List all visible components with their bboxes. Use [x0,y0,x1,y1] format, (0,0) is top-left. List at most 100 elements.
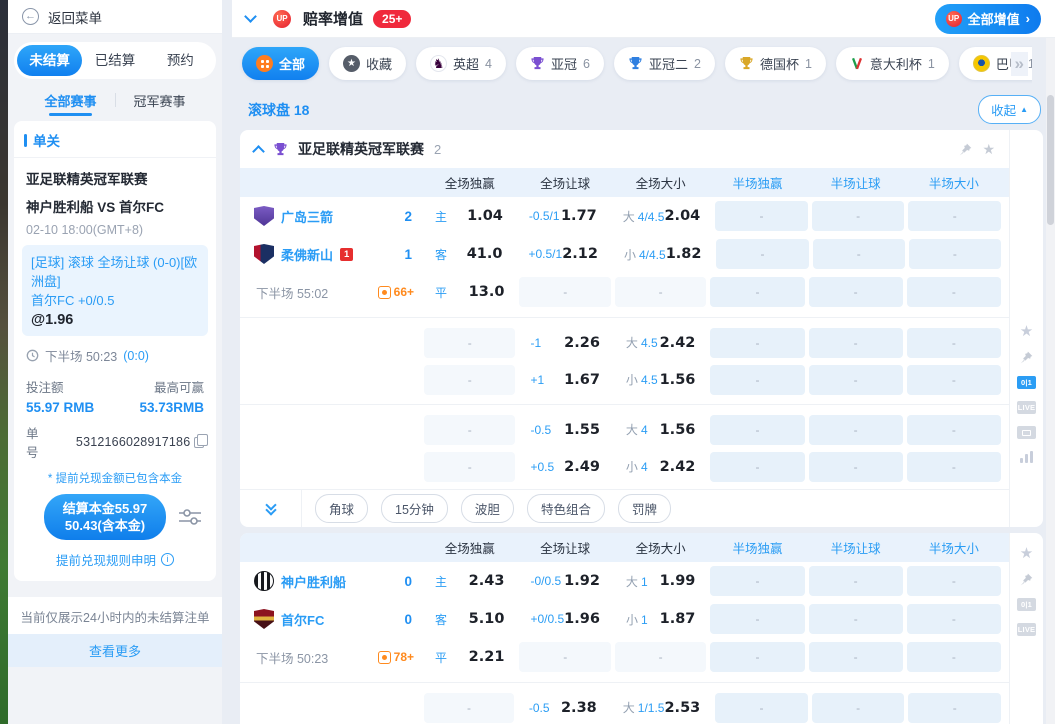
odds-cell[interactable]: 小42.42 [615,452,706,482]
status-tab-2[interactable]: 已结算 [82,45,147,76]
league-tab-4[interactable]: 亚冠 6 [516,47,604,80]
odds-cell[interactable]: +0.5/12.12 [517,239,608,269]
odds-cell[interactable]: -12.26 [519,328,610,358]
odds-label: 平 [435,649,447,666]
odds-cell[interactable]: 大4.52.42 [615,328,706,358]
odds-cell[interactable]: 大41.56 [615,415,706,445]
double-chevron-down-icon [267,504,275,514]
cashout-rules-link[interactable]: 提前兑现规则申明 i [14,540,216,571]
odds-cell[interactable]: -0.51.55 [519,415,610,445]
league-tab-5[interactable]: 亚冠二 2 [614,47,715,80]
odds-label: 大4 [626,421,648,438]
odds-cell[interactable]: 小4.51.56 [615,365,706,395]
odds-cell[interactable]: -0.52.38 [518,693,608,723]
odds-cell-empty: - [710,452,804,482]
odds-cell[interactable]: 平13.0 [424,277,515,307]
ou-prefix: 小 [624,248,636,262]
expand-markets-button[interactable] [240,490,302,527]
league-tab-7[interactable]: 意大利杯 1 [836,47,949,80]
odds-cell[interactable]: 主2.43 [424,566,515,596]
odds-cell[interactable]: 大1/1.52.53 [612,693,712,723]
league-tab-6[interactable]: 德国杯 1 [725,47,826,80]
kobe-crest [254,571,274,591]
market-tab-1[interactable]: 角球 [315,494,368,523]
pin-icon[interactable] [1020,351,1033,364]
collapse-button[interactable]: 收起 ▲ [978,95,1041,124]
max-win-value: 53.73RMB [139,400,204,415]
event-tab-1[interactable]: 全部赛事 [26,85,114,116]
odds-cell[interactable]: +0/0.51.96 [519,604,610,634]
scrollbar-thumb[interactable] [1047,95,1054,225]
score-counter-badge[interactable]: 0|1 [1017,598,1036,611]
league-tab-label: 收藏 [366,54,392,73]
odds-cell-empty: - [519,642,610,672]
odds-cell[interactable]: 大4/4.52.04 [612,201,712,231]
odds-cell[interactable]: -0.5/11.77 [518,201,608,231]
odds-cell-empty: - [424,328,515,358]
back-label: 返回菜单 [48,7,102,27]
more-tabs-icon[interactable]: » [1011,52,1028,76]
league-tab-label: 亚冠二 [649,54,688,73]
team-name[interactable]: 广岛三箭 [281,207,333,226]
odds-cell[interactable]: 客41.0 [424,239,513,269]
chevron-down-icon[interactable] [244,10,257,23]
odds-cell[interactable]: +0.52.49 [519,452,610,482]
odds-cell[interactable]: 主1.04 [424,201,514,231]
all-boost-button[interactable]: UP 全部增值 › [935,4,1041,34]
league-tab-2[interactable]: ★收藏 [329,47,406,80]
back-to-menu-button[interactable]: ← 返回菜单 [8,0,222,34]
clock-icon [26,349,39,362]
team-name[interactable]: 柔佛新山 [281,245,333,264]
odds-cell[interactable]: 小1 1.87 [615,604,706,634]
odds-cell-empty: - [809,277,903,307]
live-badge[interactable]: LIVE [1017,401,1036,414]
odds-value: 1.87 [660,611,696,627]
star-icon[interactable]: ★ [1020,325,1033,339]
pin-icon[interactable] [1020,573,1033,586]
league-tab-1[interactable]: 全部 [242,47,319,80]
status-tab-1[interactable]: 未结算 [17,45,82,76]
cashout-note: * 提前兑现金额已包含本金 [14,461,216,488]
odds-cell[interactable]: 大11.99 [615,566,706,596]
team-name[interactable]: 首尔FC [281,610,324,629]
market-tab-3[interactable]: 波胆 [461,494,514,523]
odds-cell-empty: - [424,365,515,395]
sliders-icon[interactable] [178,507,202,527]
odds-cell[interactable]: 小4/4.51.82 [613,239,713,269]
team-name[interactable]: 神户胜利船 [281,572,346,591]
odds-row: -+11.67小4.51.56--- [240,361,1009,398]
odds-cell-empty: - [710,566,804,596]
copy-icon[interactable] [194,437,204,448]
star-icon[interactable]: ★ [1020,547,1033,561]
market-tab-5[interactable]: 罚牌 [618,494,671,523]
team-score: 2 [404,209,420,224]
odds-cell-empty: - [813,239,905,269]
odds-cell-empty: - [424,452,515,482]
chevron-up-icon[interactable] [252,145,265,158]
slip-live-score: (0:0) [123,349,149,363]
odds-cell[interactable]: 平2.21 [424,642,515,672]
boost-markets-badge[interactable]: 78+ [378,650,420,664]
score-counter-badge[interactable]: 0|1 [1017,376,1036,389]
status-tab-3[interactable]: 预约 [148,45,213,76]
odds-label: 主 [435,208,447,225]
league-tab-3[interactable]: ♞英超 4 [416,47,506,80]
stats-icon[interactable] [1020,451,1033,463]
boost-markets-badge[interactable]: 66+ [378,285,420,299]
odds-cell-empty: - [424,415,515,445]
section-star-icon[interactable]: ★ [982,142,995,156]
live-badge[interactable]: LIVE [1017,623,1036,636]
market-tab-2[interactable]: 15分钟 [381,494,448,523]
market-tab-4[interactable]: 特色组合 [527,494,605,523]
event-tab-2[interactable]: 冠军赛事 [116,85,204,116]
view-more-link[interactable]: 查看更多 [8,634,222,667]
trophy-icon [628,56,643,71]
section-pin-icon[interactable] [959,143,972,156]
odds-label: 小1 [626,611,648,628]
sidebar: ← 返回菜单 未结算已结算预约 全部赛事冠军赛事 单关 亚足联精英冠军联赛 神户… [8,0,222,724]
stream-icon[interactable] [1017,426,1036,439]
cashout-button[interactable]: 结算本金55.97 50.43(含本金) [44,494,166,540]
odds-cell[interactable]: -0/0.51.92 [519,566,610,596]
odds-cell[interactable]: +11.67 [519,365,610,395]
odds-cell[interactable]: 客5.10 [424,604,515,634]
